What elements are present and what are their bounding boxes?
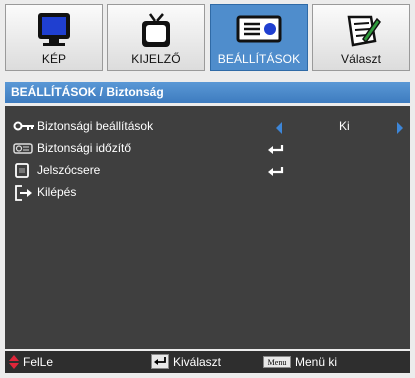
options-icon: [341, 11, 381, 56]
menu-panel: Biztonsági beállítások Ki Biztonsági idő…: [5, 106, 410, 349]
enter-icon[interactable]: [267, 166, 285, 180]
menu-item-security-settings[interactable]: Biztonsági beállítások Ki: [5, 116, 410, 138]
footer-select-label: Kiválaszt: [173, 355, 222, 369]
lock-icon: [15, 163, 29, 181]
tab-label: Választ: [340, 52, 382, 66]
key-icon: [13, 120, 35, 135]
tab-kijelzo[interactable]: KIJELZŐ: [107, 4, 205, 71]
tab-valaszt[interactable]: Választ: [312, 4, 410, 71]
osd-menu: KÉP KIJELZŐ BEÁLLÍTÁSOK Választ BEÁLLÍTÁ…: [0, 0, 415, 378]
footer-menu-label: Menü ki: [295, 355, 338, 369]
tab-label: BEÁLLÍTÁSOK: [217, 52, 301, 66]
menu-item-label: Biztonsági beállítások: [37, 119, 154, 133]
footer-help-bar: FelLe Kiválaszt Menu Menü ki: [5, 351, 410, 373]
projector-icon: [235, 11, 283, 52]
menu-item-label: Kilépés: [37, 185, 77, 199]
tab-kep[interactable]: KÉP: [5, 4, 103, 71]
tab-label: KIJELZŐ: [131, 52, 181, 66]
menu-item-change-password[interactable]: Jelszócsere: [5, 160, 410, 182]
enter-icon[interactable]: [267, 144, 285, 158]
up-down-arrow-icon: [8, 354, 20, 373]
enter-key-icon: [151, 354, 169, 372]
menu-key-icon: Menu: [263, 356, 291, 368]
menu-item-exit[interactable]: Kilépés: [5, 182, 410, 204]
arrow-left-icon[interactable]: [276, 122, 282, 134]
footer-nav-label: FelLe: [23, 355, 54, 369]
tab-bar: KÉP KIJELZŐ BEÁLLÍTÁSOK Választ: [5, 4, 410, 71]
tab-beallitasok[interactable]: BEÁLLÍTÁSOK: [210, 4, 308, 71]
menu-item-value: Ki: [339, 119, 350, 133]
monitor-icon: [34, 11, 74, 54]
menu-item-label: Biztonsági időzítő: [37, 141, 132, 155]
menu-item-label: Jelszócsere: [37, 163, 101, 177]
page-title: BEÁLLÍTÁSOK / Biztonság: [5, 82, 410, 103]
exit-icon: [15, 185, 33, 204]
tab-label: KÉP: [41, 52, 67, 66]
arrow-right-icon[interactable]: [397, 122, 403, 134]
menu-item-security-timer[interactable]: Biztonsági időzítő: [5, 138, 410, 160]
tv-icon: [136, 11, 176, 56]
timer-icon: [13, 142, 33, 157]
